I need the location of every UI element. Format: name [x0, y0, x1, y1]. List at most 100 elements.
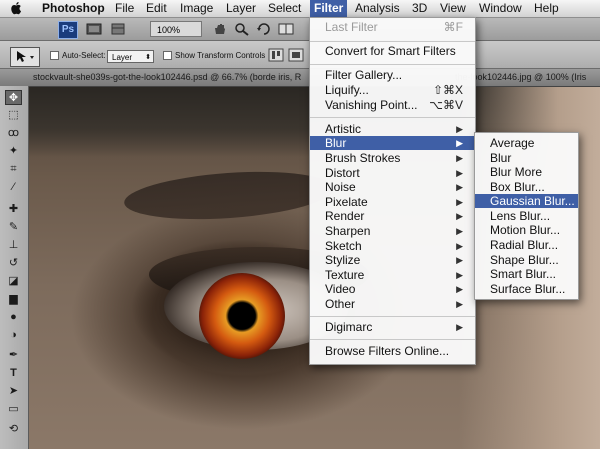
dropdown-arrows-icon: ⬍: [145, 54, 151, 61]
show-transform-label: Show Transform Controls: [175, 51, 266, 60]
submenu-item-surface-blur[interactable]: Surface Blur...: [475, 282, 578, 296]
menu-3d[interactable]: 3D: [412, 0, 427, 17]
submenu-arrow-icon: ▶: [456, 138, 463, 148]
menu-item-blur[interactable]: Blur ▶: [310, 136, 475, 150]
align-top-icon[interactable]: [268, 48, 284, 62]
auto-select-checkbox[interactable]: [50, 51, 59, 60]
brush-tool-icon[interactable]: ✎: [5, 220, 22, 235]
eyedropper-tool-icon[interactable]: ⁄: [5, 180, 22, 195]
menu-separator: [310, 339, 475, 340]
photoshop-logo[interactable]: Ps: [58, 21, 78, 39]
menu-item-video[interactable]: Video ▶: [310, 282, 475, 296]
menu-item-artistic[interactable]: Artistic ▶: [310, 122, 475, 136]
menu-item-stylize[interactable]: Stylize ▶: [310, 253, 475, 267]
arrange-documents-icon[interactable]: [278, 22, 294, 36]
tools-panel: ✥ ⬚ ꝏ ✦ ⌗ ⁄ ✚ ✎ ⊥ ↺ ◪ ▆ ● ◑ ✒ T ➤ ▭ ⟲: [0, 86, 29, 449]
menu-item-convert-smart-filters[interactable]: Convert for Smart Filters: [310, 44, 475, 58]
submenu-arrow-icon: ▶: [456, 241, 463, 251]
magic-wand-tool-icon[interactable]: ✦: [5, 144, 22, 159]
menu-item-texture[interactable]: Texture ▶: [310, 268, 475, 282]
zoom-tool-icon[interactable]: [234, 22, 250, 36]
move-tool-icon[interactable]: ✥: [5, 90, 22, 105]
eraser-tool-icon[interactable]: ◪: [5, 274, 22, 289]
zoom-level-dropdown[interactable]: 100%: [150, 21, 202, 37]
align-center-icon[interactable]: [288, 48, 304, 62]
menu-separator: [310, 316, 475, 317]
menu-item-render[interactable]: Render ▶: [310, 209, 475, 223]
menu-item-sharpen[interactable]: Sharpen ▶: [310, 224, 475, 238]
submenu-arrow-icon: ▶: [456, 153, 463, 163]
type-tool-icon[interactable]: T: [5, 366, 22, 381]
hand-tool-icon[interactable]: [212, 22, 228, 36]
submenu-arrow-icon: ▶: [456, 270, 463, 280]
menu-separator: [310, 64, 475, 65]
menu-view[interactable]: View: [440, 0, 466, 17]
app-name[interactable]: Photoshop: [42, 0, 105, 17]
menu-item-pixelate[interactable]: Pixelate ▶: [310, 195, 475, 209]
menu-help[interactable]: Help: [534, 0, 559, 17]
auto-select-value: Layer: [112, 53, 133, 62]
menu-image[interactable]: Image: [180, 0, 213, 17]
blur-tool-icon[interactable]: ●: [5, 310, 22, 325]
menu-item-liquify[interactable]: Liquify... ⇧⌘X: [310, 83, 475, 97]
menu-item-noise[interactable]: Noise ▶: [310, 180, 475, 194]
move-tool-preset-icon[interactable]: [10, 47, 40, 67]
submenu-item-shape-blur[interactable]: Shape Blur...: [475, 253, 578, 267]
submenu-arrow-icon: ▶: [456, 299, 463, 309]
submenu-arrow-icon: ▶: [456, 226, 463, 236]
menu-separator: [310, 117, 475, 118]
submenu-item-box-blur[interactable]: Box Blur...: [475, 180, 578, 194]
submenu-arrow-icon: ▶: [456, 322, 463, 332]
menu-separator: [310, 41, 475, 42]
menu-item-brush-strokes[interactable]: Brush Strokes ▶: [310, 151, 475, 165]
menu-item-last-filter[interactable]: Last Filter ⌘F: [310, 20, 475, 34]
shape-tool-icon[interactable]: ▭: [5, 402, 22, 417]
crop-tool-icon[interactable]: ⌗: [5, 162, 22, 177]
healing-brush-tool-icon[interactable]: ✚: [5, 202, 22, 217]
menu-item-vanishing-point[interactable]: Vanishing Point... ⌥⌘V: [310, 98, 475, 112]
menu-filter[interactable]: Filter: [310, 0, 348, 17]
bridge-icon[interactable]: [86, 22, 102, 36]
pen-tool-icon[interactable]: ✒: [5, 348, 22, 363]
tab-document-psd[interactable]: stockvault-she039s-got-the-look102446.ps…: [33, 69, 301, 86]
dodge-tool-icon[interactable]: ◑: [5, 328, 22, 343]
mini-bridge-icon[interactable]: [110, 22, 126, 36]
path-selection-tool-icon[interactable]: ➤: [5, 384, 22, 399]
3d-rotate-tool-icon[interactable]: ⟲: [5, 422, 22, 437]
submenu-arrow-icon: ▶: [456, 182, 463, 192]
auto-select-dropdown[interactable]: Layer ⬍: [107, 50, 154, 63]
submenu-item-average[interactable]: Average: [475, 136, 578, 150]
menu-item-digimarc[interactable]: Digimarc ▶: [310, 320, 475, 334]
submenu-item-motion-blur[interactable]: Motion Blur...: [475, 223, 578, 237]
submenu-item-blur-more[interactable]: Blur More: [475, 165, 578, 179]
submenu-item-smart-blur[interactable]: Smart Blur...: [475, 267, 578, 281]
blur-submenu: Average Blur Blur More Box Blur... Gauss…: [474, 132, 579, 300]
marquee-tool-icon[interactable]: ⬚: [5, 108, 22, 123]
menu-select[interactable]: Select: [268, 0, 301, 17]
clone-stamp-tool-icon[interactable]: ⊥: [5, 238, 22, 253]
menu-item-distort[interactable]: Distort ▶: [310, 166, 475, 180]
submenu-arrow-icon: ▶: [456, 211, 463, 221]
show-transform-checkbox[interactable]: [163, 51, 172, 60]
history-brush-tool-icon[interactable]: ↺: [5, 256, 22, 271]
menu-window[interactable]: Window: [479, 0, 522, 17]
submenu-item-radial-blur[interactable]: Radial Blur...: [475, 238, 578, 252]
menu-layer[interactable]: Layer: [226, 0, 256, 17]
canvas-eyebrow: [122, 165, 336, 226]
submenu-item-lens-blur[interactable]: Lens Blur...: [475, 209, 578, 223]
submenu-item-blur[interactable]: Blur: [475, 151, 578, 165]
menu-file[interactable]: File: [115, 0, 134, 17]
menu-analysis[interactable]: Analysis: [355, 0, 400, 17]
rotate-view-icon[interactable]: [256, 22, 272, 36]
menu-item-filter-gallery[interactable]: Filter Gallery...: [310, 68, 475, 82]
canvas-iris: [199, 273, 285, 359]
apple-icon[interactable]: [10, 1, 22, 15]
lasso-tool-icon[interactable]: ꝏ: [5, 126, 22, 141]
menu-edit[interactable]: Edit: [146, 0, 167, 17]
submenu-arrow-icon: ▶: [456, 197, 463, 207]
menu-item-sketch[interactable]: Sketch ▶: [310, 239, 475, 253]
gradient-tool-icon[interactable]: ▆: [5, 292, 22, 307]
menu-item-other[interactable]: Other ▶: [310, 297, 475, 311]
menu-item-browse-filters-online[interactable]: Browse Filters Online...: [310, 344, 475, 358]
submenu-item-gaussian-blur[interactable]: Gaussian Blur...: [475, 194, 578, 208]
